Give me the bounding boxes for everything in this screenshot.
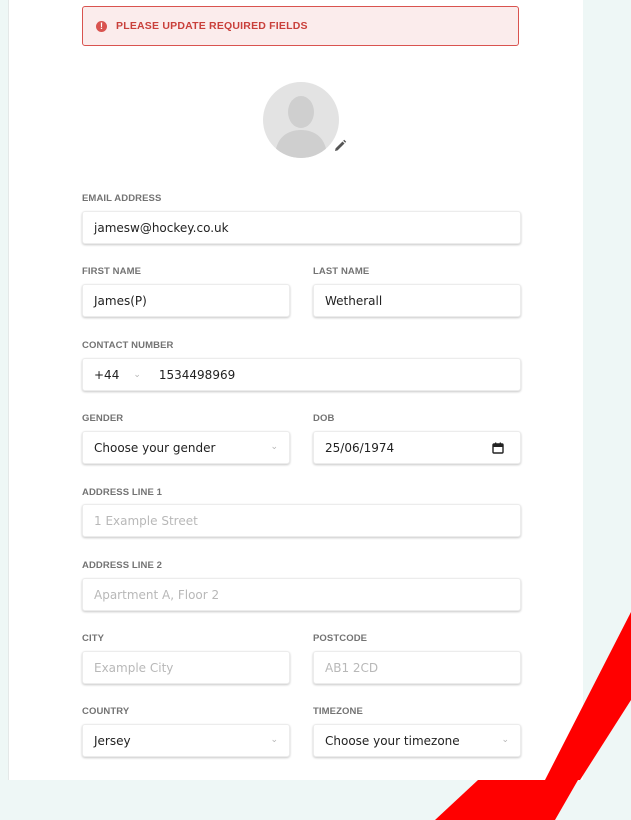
decorative-red-stripes <box>435 612 631 820</box>
